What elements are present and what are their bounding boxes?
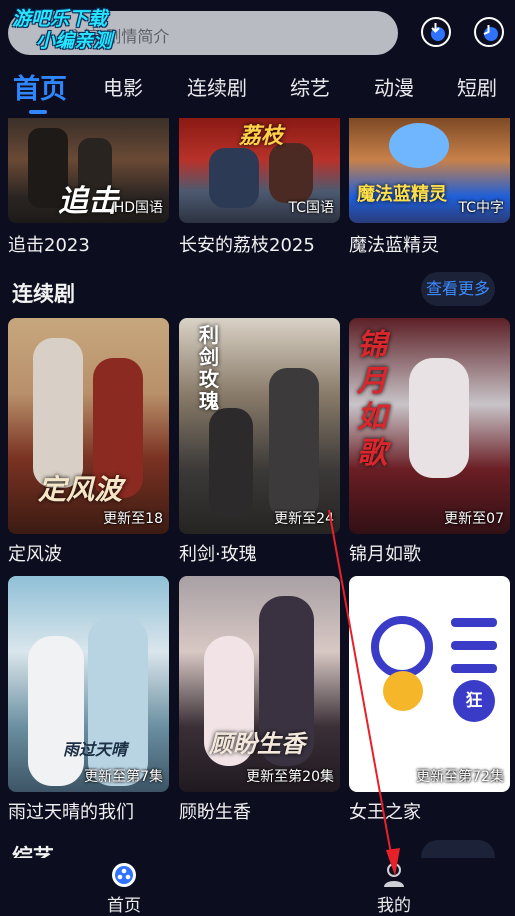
- poster-title-art: 魔法蓝精灵: [357, 184, 447, 205]
- app-logo-bars: [451, 618, 497, 687]
- update-badge: 更新至第72集: [416, 769, 504, 785]
- poster-image[interactable]: 追击 HD国语: [8, 118, 169, 223]
- category-tabs: 首页 电影 连续剧 综艺 动漫 短剧: [0, 64, 515, 114]
- profile-icon: [384, 863, 404, 887]
- app-logo-ring: [371, 616, 433, 678]
- poster-title-art: 利剑玫瑰: [199, 323, 219, 413]
- card-title[interactable]: 锦月如歌: [349, 540, 421, 566]
- nav-profile[interactable]: 我的: [354, 861, 434, 916]
- poster-title-art: 荔枝: [239, 124, 284, 149]
- tab-anime[interactable]: 动漫: [374, 72, 414, 101]
- card-title[interactable]: 魔法蓝精灵: [349, 231, 439, 257]
- update-badge: 更新至第7集: [84, 769, 163, 785]
- section-title-variety: 综艺: [12, 845, 54, 858]
- poster-image[interactable]: 狂 更新至第72集: [349, 576, 510, 792]
- home-feed[interactable]: 追击 HD国语 追击2023 荔枝 TC国语 长安的荔枝2025 魔法蓝精灵 T…: [0, 118, 515, 858]
- quality-badge: TC国语: [288, 200, 334, 216]
- card-title[interactable]: 雨过天晴的我们: [8, 798, 134, 824]
- app-logo-face: [383, 671, 423, 711]
- nav-home-label[interactable]: 首页: [84, 891, 164, 916]
- card-title[interactable]: 女王之家: [349, 798, 421, 824]
- poster-image[interactable]: 利剑玫瑰 更新至24: [179, 318, 340, 534]
- top-bar: 主演/剧情简介 游吧乐下载 小编亲测: [0, 0, 515, 62]
- section-title-series: 连续剧: [12, 282, 75, 306]
- poster-title-art: 顾盼生香: [209, 730, 305, 758]
- card-title[interactable]: 长安的荔枝2025: [179, 231, 315, 257]
- nav-home[interactable]: 首页: [84, 861, 164, 916]
- poster-image[interactable]: 雨过天晴 更新至第7集: [8, 576, 169, 792]
- card-title[interactable]: 利剑·玫瑰: [179, 540, 257, 566]
- view-more-button[interactable]: 查看更多: [421, 272, 495, 306]
- watermark: 游吧乐下载 小编亲测: [12, 8, 112, 52]
- poster-image[interactable]: 魔法蓝精灵 TC中字: [349, 118, 510, 223]
- poster-image[interactable]: 荔枝 TC国语: [179, 118, 340, 223]
- update-badge: 更新至07: [444, 511, 504, 527]
- quality-badge: HD国语: [113, 200, 163, 216]
- update-badge: 更新至第20集: [246, 769, 334, 785]
- poster-title-art: 雨过天晴: [63, 740, 128, 759]
- nav-profile-label[interactable]: 我的: [354, 891, 434, 916]
- history-icon[interactable]: [474, 17, 504, 47]
- update-badge: 更新至24: [274, 511, 334, 527]
- poster-title-art: 锦月如歌: [357, 328, 387, 471]
- active-tab-indicator: [29, 110, 47, 114]
- app-logo-badge: 狂: [453, 680, 495, 722]
- tab-short-drama[interactable]: 短剧: [457, 72, 497, 101]
- home-icon: [112, 863, 136, 887]
- poster-title-art: 定风波: [38, 473, 123, 506]
- card-title[interactable]: 顾盼生香: [179, 798, 251, 824]
- poster-image[interactable]: 顾盼生香 更新至第20集: [179, 576, 340, 792]
- download-icon[interactable]: [421, 17, 451, 47]
- tab-movies[interactable]: 电影: [103, 72, 143, 101]
- card-title[interactable]: 定风波: [8, 540, 62, 566]
- poster-image[interactable]: 定风波 更新至18: [8, 318, 169, 534]
- quality-badge: TC中字: [458, 200, 504, 216]
- tab-home[interactable]: 首页: [13, 67, 67, 106]
- watermark-line1: 游吧乐下载: [12, 8, 108, 30]
- tab-series[interactable]: 连续剧: [187, 72, 247, 101]
- watermark-line2: 小编亲测: [36, 30, 113, 52]
- poster-image[interactable]: 锦月如歌 更新至07: [349, 318, 510, 534]
- poster-title-art: 追击: [58, 184, 118, 219]
- bottom-nav: 首页 我的: [0, 858, 515, 916]
- update-badge: 更新至18: [103, 511, 163, 527]
- card-title[interactable]: 追击2023: [8, 231, 90, 257]
- view-more-button-2[interactable]: [421, 840, 495, 858]
- tab-variety[interactable]: 综艺: [290, 72, 330, 101]
